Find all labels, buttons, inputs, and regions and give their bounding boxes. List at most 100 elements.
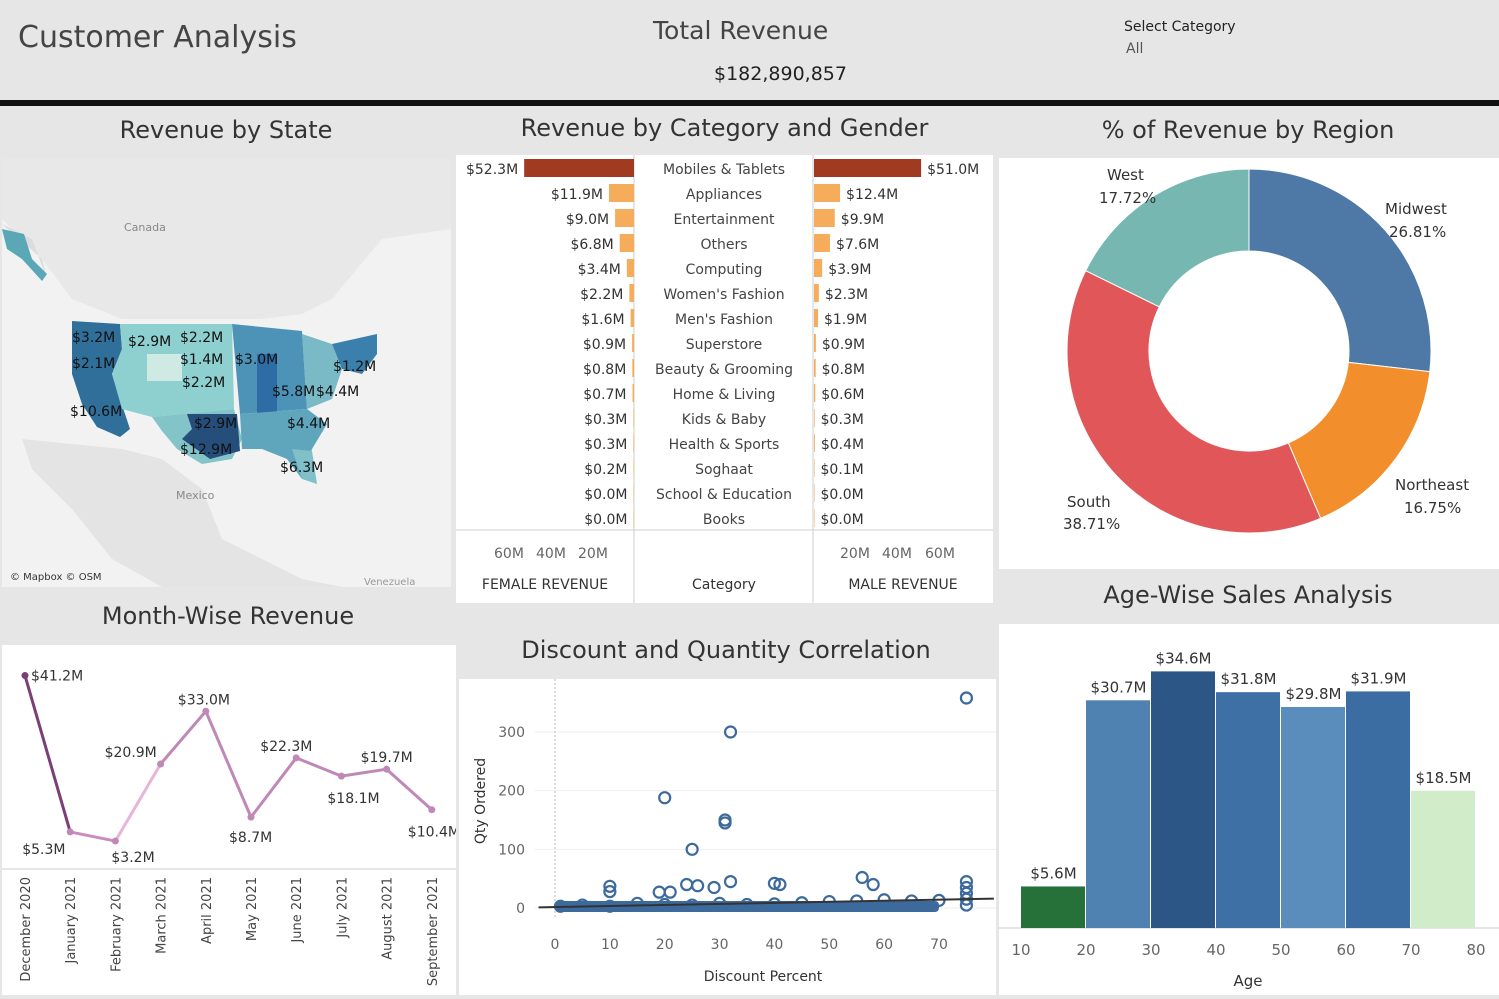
month-tick-label: January 2021 (64, 877, 79, 965)
month-revenue-chart[interactable]: $41.2M $5.3M $3.2M $20.9M $33.0M $8.7M $22.3M $… (2, 645, 460, 995)
month-tick-label: December 2020 (19, 877, 34, 982)
state-map[interactable]: Canada Mexico Venezuela © Mapbox © OSM $… (2, 159, 451, 588)
series-line (114, 763, 162, 842)
category-label: Women's Fashion (663, 287, 784, 303)
scatter-point (959, 691, 974, 705)
male-bar (814, 234, 830, 252)
data-point (337, 772, 345, 780)
data-label: $8.7M (229, 830, 272, 846)
age-bar-label: $29.8M (1286, 685, 1342, 703)
category-label: Appliances (686, 187, 762, 203)
age-sales-chart[interactable]: $5.6M $30.7M $34.6M $31.8M $29.8M $31.9M $18.5… (999, 624, 1499, 995)
scatter-point (866, 877, 880, 892)
female-bar (632, 334, 634, 352)
age-tick-label: 50 (1271, 941, 1290, 959)
scatter-point (723, 875, 738, 889)
female-bar (615, 209, 634, 227)
male-bar (814, 259, 823, 277)
series-line (341, 767, 387, 778)
region-title: % of Revenue by Region (1101, 116, 1395, 144)
female-bar (524, 159, 634, 177)
category-label: Mobiles & Tablets (663, 162, 785, 178)
female-value-label: $0.0M (584, 487, 627, 503)
series-line (159, 710, 207, 765)
month-tick-label: July 2021 (335, 877, 350, 939)
age-bar (1281, 706, 1345, 928)
female-value-label: $0.7M (583, 387, 626, 403)
region-donut-chart[interactable]: Midwest 26.81% Northeast 16.75% South 38… (999, 158, 1499, 569)
female-axis-tick: 60M (494, 546, 524, 562)
female-bar (609, 184, 634, 202)
data-label: $22.3M (260, 739, 312, 755)
y-tick-label: 300 (498, 725, 525, 741)
slice-pct-northeast: 16.75% (1404, 499, 1461, 517)
state-value: $1.2M (333, 359, 376, 375)
x-tick-label: 50 (820, 937, 838, 953)
state-value: $5.8M (272, 384, 315, 400)
slice-pct-midwest: 26.81% (1389, 223, 1446, 241)
female-value-label: $1.6M (581, 312, 624, 328)
male-bar (814, 184, 841, 202)
data-point (111, 837, 119, 845)
month-tick-label: April 2021 (200, 877, 215, 944)
data-label: $33.0M (178, 692, 230, 708)
category-filter-select[interactable]: All (1126, 41, 1143, 57)
series-line (69, 830, 116, 843)
highlight-state (147, 354, 182, 381)
female-value-label: $52.3M (466, 162, 518, 178)
female-bar (629, 284, 634, 302)
scatter-point (663, 885, 677, 899)
age-bar-label: $18.5M (1416, 769, 1472, 787)
category-label: School & Education (656, 487, 792, 503)
data-label: $5.3M (22, 842, 65, 858)
age-bar (1216, 692, 1280, 928)
female-value-label: $2.2M (580, 287, 623, 303)
male-value-label: $0.8M (822, 362, 865, 378)
age-x-label: Age (1233, 972, 1262, 990)
category-label: Men's Fashion (675, 312, 773, 328)
state-value: $1.4M (180, 352, 223, 368)
age-bar-label: $31.8M (1221, 670, 1277, 688)
slice-pct-west: 17.72% (1099, 189, 1156, 207)
category-gender-chart[interactable]: $52.3M $51.0M Mobiles & Tablets $11.9M $12.4… (456, 155, 993, 603)
data-point (202, 707, 210, 715)
male-value-label: $0.3M (821, 412, 864, 428)
data-point (292, 754, 300, 762)
male-value-label: $0.0M (821, 512, 864, 528)
male-value-label: $0.9M (822, 337, 865, 353)
state-value: $4.4M (316, 384, 359, 400)
x-tick-label: 40 (766, 937, 784, 953)
male-bar (814, 434, 815, 452)
state-value: $12.9M (180, 442, 232, 458)
series-line (23, 675, 72, 833)
male-bar (814, 284, 819, 302)
age-tick-label: 10 (1011, 941, 1030, 959)
map-attribution[interactable]: © Mapbox © OSM (10, 572, 102, 583)
state-value: $2.2M (182, 375, 225, 391)
female-bar (630, 309, 634, 327)
male-bar (814, 209, 835, 227)
category-gender-title: Revenue by Category and Gender (520, 114, 929, 142)
scatter-point (691, 879, 705, 893)
month-tick-label: June 2021 (290, 877, 305, 944)
state-value: $2.9M (194, 416, 237, 432)
scatter-title: Discount and Quantity Correlation (521, 636, 931, 664)
discount-qty-chart[interactable]: 0 100 200 300 0 10 20 30 40 50 60 70 Qty Ordered Di… (459, 679, 996, 995)
scatter-point (855, 870, 869, 885)
data-point (21, 672, 29, 680)
age-tick-label: 70 (1401, 941, 1420, 959)
female-axis-title: FEMALE REVENUE (482, 577, 608, 593)
month-tick-label: August 2021 (381, 877, 396, 960)
age-bar-label: $5.6M (1030, 864, 1076, 882)
scatter-point (707, 880, 721, 895)
x-tick-label: 20 (656, 937, 674, 953)
male-axis-tick: 40M (882, 546, 912, 562)
slice-pct-south: 38.71% (1063, 515, 1120, 533)
data-label: $20.9M (105, 745, 157, 761)
slice-label-northeast: Northeast (1395, 476, 1469, 494)
x-tick-label: 10 (601, 937, 619, 953)
female-bar (633, 509, 634, 527)
scatter-point (680, 877, 694, 892)
male-bar (814, 409, 815, 427)
category-label: Soghaat (695, 462, 753, 478)
